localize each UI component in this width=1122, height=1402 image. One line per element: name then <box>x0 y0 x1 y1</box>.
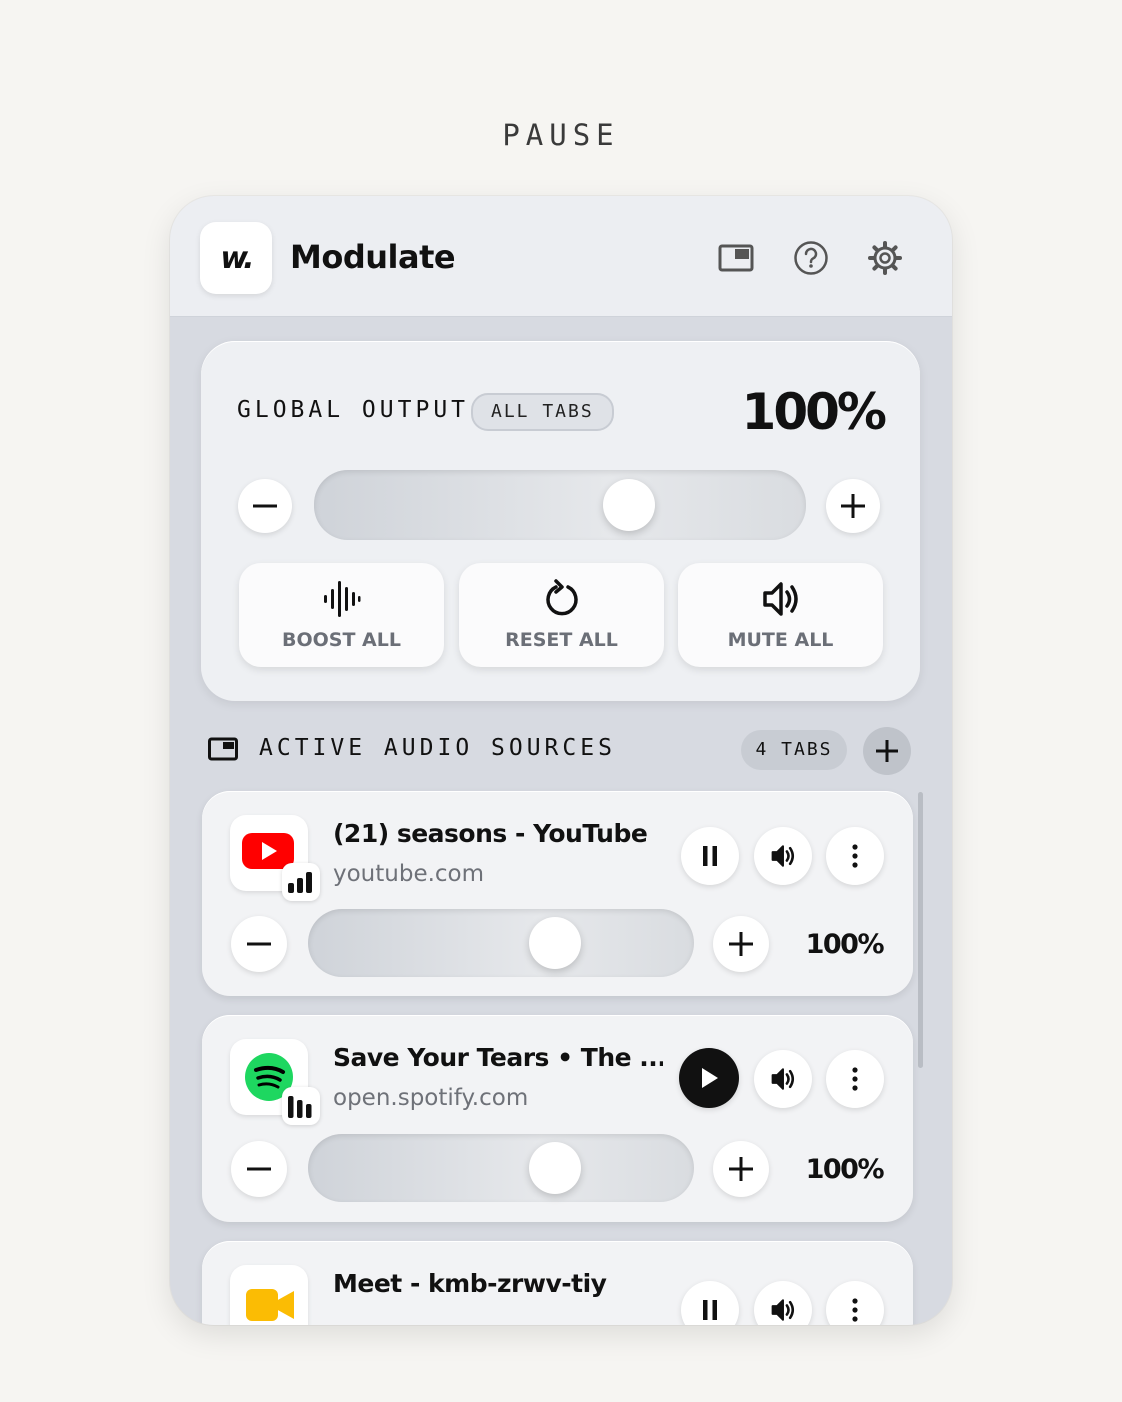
play-button[interactable] <box>679 1048 739 1108</box>
boost-all-button[interactable]: BOOST ALL <box>239 563 444 667</box>
tab-card: (21) seasons - YouTube youtube.com 100% <box>202 791 913 996</box>
reset-all-button[interactable]: RESET ALL <box>459 563 664 667</box>
pause-icon <box>703 1300 717 1320</box>
boost-all-label: BOOST ALL <box>282 629 401 651</box>
meet-icon <box>246 1289 294 1321</box>
tab-domain: open.spotify.com <box>333 1085 529 1111</box>
tab-volume-percent: 100% <box>805 1154 885 1185</box>
tab-mute-button[interactable] <box>754 827 812 885</box>
gear-icon[interactable] <box>867 240 903 276</box>
scrollbar[interactable] <box>918 792 923 1068</box>
pause-icon <box>703 846 717 866</box>
pause-button[interactable] <box>681 1281 739 1325</box>
plus-icon <box>729 1157 753 1181</box>
tab-slider-thumb[interactable] <box>529 917 582 969</box>
reset-icon <box>545 579 578 616</box>
tab-card: Meet - kmb-zrwv-tiy <box>202 1241 913 1325</box>
tab-decrease-button[interactable] <box>231 916 287 972</box>
tab-count-pill: 4 TABS <box>741 730 847 770</box>
more-options-button[interactable] <box>826 1281 884 1325</box>
global-output-card: GLOBAL OUTPUT ALL TABS 100% BOOST ALL RE… <box>201 341 920 701</box>
more-options-button[interactable] <box>826 827 884 885</box>
waveform-icon <box>323 581 360 617</box>
global-volume-percent: 100% <box>741 383 887 441</box>
more-vertical-icon <box>852 1067 858 1091</box>
speaker-icon <box>771 845 795 867</box>
app-logo: w. <box>200 222 272 294</box>
panel-body: GLOBAL OUTPUT ALL TABS 100% BOOST ALL RE… <box>170 317 952 1325</box>
tab-window-icon <box>208 737 238 761</box>
header: w. Modulate <box>170 196 952 317</box>
plus-icon <box>841 494 865 518</box>
more-vertical-icon <box>852 844 858 868</box>
reset-all-label: RESET ALL <box>505 629 618 651</box>
speaker-icon <box>771 1068 795 1090</box>
more-options-button[interactable] <box>826 1050 884 1108</box>
active-sources-label: ACTIVE AUDIO SOURCES <box>259 735 616 761</box>
speaker-icon <box>771 1299 795 1321</box>
mute-all-button[interactable]: MUTE ALL <box>678 563 883 667</box>
signal-bars-icon <box>288 1096 312 1118</box>
minus-icon <box>247 942 271 946</box>
tab-decrease-button[interactable] <box>231 1141 287 1197</box>
page-caption: PAUSE <box>502 118 620 152</box>
tab-title: (21) seasons - YouTube <box>333 819 648 848</box>
plus-icon <box>729 932 753 956</box>
plus-icon <box>876 740 898 762</box>
app-title: Modulate <box>290 238 456 276</box>
tab-favicon <box>230 1039 320 1125</box>
audio-level-badge <box>282 863 320 901</box>
tab-title: Meet - kmb-zrwv-tiy <box>333 1269 607 1298</box>
tab-card: Save Your Tears • The ... open.spotify.c… <box>202 1015 913 1222</box>
speaker-icon <box>762 582 798 616</box>
tab-increase-button[interactable] <box>713 1141 769 1197</box>
audio-level-badge <box>282 1087 320 1125</box>
global-slider-thumb[interactable] <box>602 479 655 531</box>
all-tabs-pill: ALL TABS <box>471 393 614 431</box>
pause-button[interactable] <box>681 827 739 885</box>
extension-popup: w. Modulate GLOBAL OUTPUT ALL TABS 100% … <box>170 196 952 1325</box>
minus-icon <box>253 504 277 508</box>
global-output-label: GLOBAL OUTPUT <box>237 397 470 423</box>
tab-volume-slider[interactable] <box>308 909 694 977</box>
tab-favicon <box>230 815 320 901</box>
tab-mute-button[interactable] <box>754 1281 812 1325</box>
signal-bars-icon <box>288 872 312 893</box>
tab-slider-thumb[interactable] <box>529 1142 582 1194</box>
picture-in-picture-icon[interactable] <box>718 240 754 276</box>
minus-icon <box>247 1167 271 1171</box>
tab-increase-button[interactable] <box>713 916 769 972</box>
help-icon[interactable] <box>793 240 829 276</box>
tab-title: Save Your Tears • The ... <box>333 1043 663 1072</box>
add-tab-button[interactable] <box>863 727 911 775</box>
tab-volume-slider[interactable] <box>308 1134 694 1202</box>
tab-favicon <box>230 1265 308 1325</box>
tab-domain: youtube.com <box>333 861 485 887</box>
global-volume-slider[interactable] <box>314 470 806 540</box>
more-vertical-icon <box>852 1298 858 1322</box>
tab-volume-percent: 100% <box>805 929 885 960</box>
global-decrease-button[interactable] <box>238 479 292 533</box>
mute-all-label: MUTE ALL <box>727 629 834 651</box>
play-icon <box>702 1068 718 1088</box>
global-increase-button[interactable] <box>826 479 880 533</box>
tab-mute-button[interactable] <box>754 1050 812 1108</box>
